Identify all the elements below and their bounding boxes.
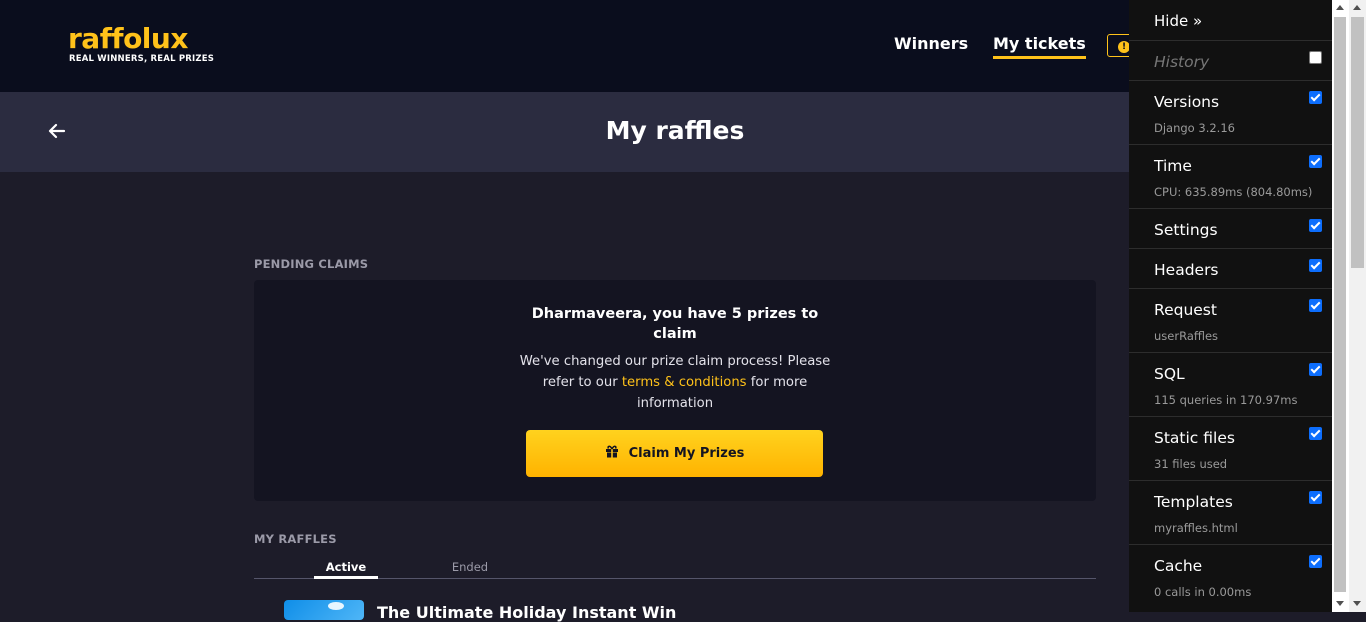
claims-description: We've changed our prize claim process! P…: [516, 351, 834, 414]
panel-subtitle: myraffles.html: [1154, 521, 1238, 535]
panel-toggle-checkbox[interactable]: [1309, 91, 1322, 104]
scroll-down-arrow-icon[interactable]: [1336, 601, 1344, 606]
panel-title: Versions: [1154, 93, 1220, 111]
panel-static-files[interactable]: Static files 31 files used: [1129, 416, 1332, 480]
page-scroll-up-arrow-icon[interactable]: [1353, 5, 1361, 10]
claims-heading: Dharmaveera, you have 5 prizes to claim: [531, 306, 819, 342]
panel-title: Cache: [1154, 557, 1203, 575]
panel-request[interactable]: Request userRaffles: [1129, 288, 1332, 352]
panel-subtitle: 31 files used: [1154, 457, 1228, 471]
page-scrollbar-thumb[interactable]: [1351, 17, 1364, 268]
terms-conditions-link[interactable]: terms & conditions: [622, 375, 747, 390]
panel-headers[interactable]: Headers: [1129, 248, 1332, 288]
nav-winners-link[interactable]: Winners: [894, 34, 968, 53]
claim-my-prizes-button[interactable]: Claim My Prizes: [526, 430, 823, 477]
panel-toggle-checkbox[interactable]: [1309, 491, 1322, 504]
scroll-up-arrow-icon[interactable]: [1336, 5, 1344, 10]
pending-claims-card: Dharmaveera, you have 5 prizes to claim …: [254, 280, 1096, 501]
pending-claims-label: PENDING CLAIMS: [254, 257, 369, 271]
panel-title: Headers: [1154, 261, 1219, 279]
panel-title: Settings: [1154, 221, 1218, 239]
logo-wordmark: raffolux: [68, 22, 188, 55]
raffle-title[interactable]: The Ultimate Holiday Instant Win: [377, 603, 676, 622]
panel-toggle-checkbox[interactable]: [1309, 427, 1322, 440]
raffolux-logo[interactable]: raffolux REAL WINNERS, REAL PRIZES: [68, 22, 214, 68]
tab-active[interactable]: Active: [314, 560, 378, 579]
panel-title: SQL: [1154, 365, 1185, 383]
panel-toggle-checkbox[interactable]: [1309, 155, 1322, 168]
panel-templates[interactable]: Templates myraffles.html: [1129, 480, 1332, 544]
tab-ended[interactable]: Ended: [438, 560, 502, 574]
panel-toggle-checkbox[interactable]: [1309, 219, 1322, 232]
panel-settings[interactable]: Settings: [1129, 208, 1332, 248]
raffle-thumbnail[interactable]: [284, 600, 364, 620]
panel-toggle-checkbox[interactable]: [1309, 363, 1322, 376]
panel-time[interactable]: Time CPU: 635.89ms (804.80ms): [1129, 144, 1332, 208]
panel-sql[interactable]: SQL 115 queries in 170.97ms: [1129, 352, 1332, 416]
panel-title: Time: [1154, 157, 1192, 175]
scrollbars: [1332, 0, 1366, 612]
panel-subtitle: 115 queries in 170.97ms: [1154, 393, 1298, 407]
panel-versions[interactable]: Versions Django 3.2.16: [1129, 80, 1332, 144]
panel-subtitle: CPU: 635.89ms (804.80ms): [1154, 185, 1313, 199]
hide-toolbar-link[interactable]: Hide »: [1154, 12, 1202, 30]
panel-subtitle: 0 calls in 0.00ms: [1154, 585, 1252, 599]
panel-toggle-checkbox[interactable]: [1309, 555, 1322, 568]
logo-tagline: REAL WINNERS, REAL PRIZES: [69, 54, 215, 64]
panel-toggle-checkbox[interactable]: [1309, 259, 1322, 272]
page-scroll-down-arrow-icon[interactable]: [1353, 601, 1361, 606]
debug-toolbar: Hide » History Versions Django 3.2.16 Ti…: [1129, 0, 1332, 612]
panel-cache[interactable]: Cache 0 calls in 0.00ms: [1129, 544, 1332, 612]
panel-title: History: [1154, 53, 1210, 71]
panel-title: Static files: [1154, 429, 1235, 447]
panel-subtitle: Django 3.2.16: [1154, 121, 1235, 135]
raffle-tabs: Active Ended: [254, 556, 1096, 579]
panel-title: Templates: [1154, 493, 1233, 511]
panel-toggle-checkbox[interactable]: [1309, 51, 1322, 64]
panel-subtitle: userRaffles: [1154, 329, 1219, 343]
gift-icon: [605, 445, 619, 462]
panel-toggle-checkbox[interactable]: [1309, 299, 1322, 312]
nav-my-tickets-link[interactable]: My tickets: [993, 34, 1086, 59]
toolbar-scrollbar-thumb[interactable]: [1334, 17, 1346, 592]
claim-button-label: Claim My Prizes: [628, 446, 745, 461]
panel-title: Request: [1154, 301, 1217, 319]
my-raffles-label: MY RAFFLES: [254, 532, 337, 546]
